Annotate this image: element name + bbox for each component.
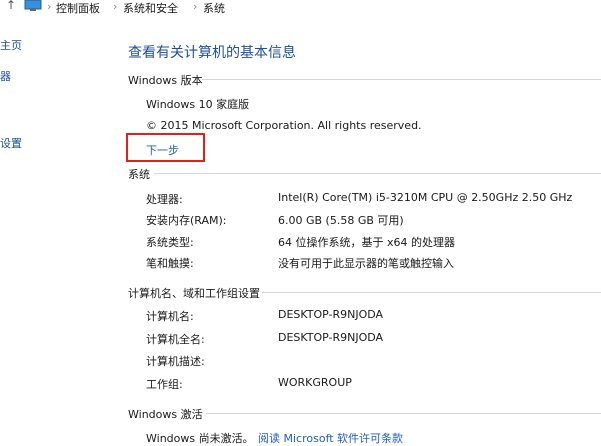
breadcrumb-separator: › (193, 0, 198, 13)
computer-description-label: 计算机描述: (146, 355, 205, 368)
section-title-computer-name: 计算机名、域和工作组设置 (128, 287, 260, 300)
breadcrumb-system[interactable]: 系统 (203, 0, 225, 16)
breadcrumb-separator: › (47, 0, 52, 13)
up-arrow-icon[interactable]: ↑ (6, 0, 16, 12)
workgroup-label: 工作组: (146, 378, 183, 391)
processor-value: Intel(R) Core(TM) i5-3210M CPU @ 2.50GHz… (278, 191, 573, 204)
section-divider (262, 292, 601, 293)
computer-name-value: DESKTOP-R9NJODA (278, 308, 384, 321)
sidebar-item-advanced-settings[interactable]: 设置 (0, 135, 22, 151)
section-title-activation: Windows 激活 (128, 408, 203, 421)
sidebar-item-device-manager[interactable]: 器 (0, 68, 11, 84)
system-type-value: 64 位操作系统，基于 x64 的处理器 (278, 236, 455, 249)
sidebar-item-home[interactable]: 主页 (0, 37, 22, 53)
breadcrumb-separator: › (113, 0, 118, 13)
computer-icon (24, 0, 42, 11)
workgroup-value: WORKGROUP (278, 376, 352, 389)
activation-status: Windows 尚未激活。 (146, 432, 254, 445)
section-divider (202, 79, 601, 80)
page-title: 查看有关计算机的基本信息 (128, 45, 296, 61)
full-computer-name-label: 计算机全名: (146, 333, 205, 346)
next-link[interactable]: 下一步 (146, 142, 179, 158)
license-terms-link[interactable]: 阅读 Microsoft 软件许可条款 (258, 430, 403, 446)
section-title-system: 系统 (128, 168, 150, 181)
pen-touch-value: 没有可用于此显示器的笔或触控输入 (278, 257, 454, 270)
section-title-windows-edition: Windows 版本 (128, 74, 203, 87)
processor-label: 处理器: (146, 193, 183, 206)
system-type-label: 系统类型: (146, 236, 194, 249)
breadcrumb-control-panel[interactable]: 控制面板 (56, 0, 100, 16)
ram-value: 6.00 GB (5.58 GB 可用) (278, 214, 404, 227)
ram-label: 安装内存(RAM): (146, 214, 227, 227)
section-divider (206, 413, 601, 414)
breadcrumb-system-security[interactable]: 系统和安全 (123, 0, 178, 16)
computer-name-label: 计算机名: (146, 310, 194, 323)
full-computer-name-value: DESKTOP-R9NJODA (278, 331, 384, 344)
section-divider (154, 173, 601, 174)
windows-edition-value: Windows 10 家庭版 (146, 98, 250, 111)
pen-touch-label: 笔和触摸: (146, 257, 194, 270)
address-bar: ↑ › 控制面板 › 系统和安全 › 系统 (0, 0, 601, 16)
copyright-text: © 2015 Microsoft Corporation. All rights… (146, 119, 422, 132)
